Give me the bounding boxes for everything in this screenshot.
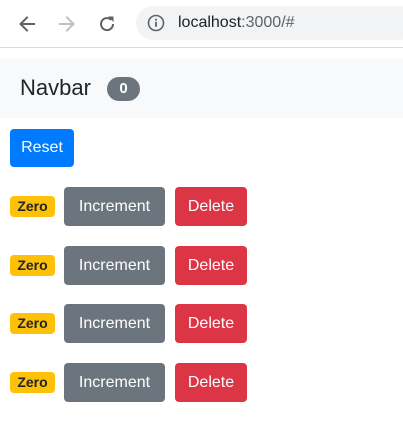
counter-row: Zero Increment Delete: [10, 246, 400, 285]
counter-row: Zero Increment Delete: [10, 363, 400, 402]
forward-icon[interactable]: [53, 10, 81, 38]
navbar: Navbar 0: [0, 59, 403, 118]
address-bar[interactable]: localhost:3000/#: [136, 6, 403, 40]
delete-button[interactable]: Delete: [175, 246, 247, 285]
counter-value-badge: Zero: [10, 196, 55, 217]
url-text[interactable]: localhost:3000/#: [178, 14, 295, 32]
reset-button[interactable]: Reset: [10, 129, 74, 167]
back-icon[interactable]: [13, 10, 41, 38]
delete-button[interactable]: Delete: [175, 187, 247, 226]
info-icon[interactable]: [147, 14, 165, 32]
increment-button[interactable]: Increment: [64, 304, 165, 343]
increment-button[interactable]: Increment: [64, 363, 165, 402]
navbar-brand[interactable]: Navbar: [20, 74, 91, 102]
total-count-badge: 0: [107, 77, 140, 101]
counter-value-badge: Zero: [10, 255, 55, 276]
url-path: :3000/#: [241, 14, 295, 31]
delete-button[interactable]: Delete: [175, 363, 247, 402]
counter-row: Zero Increment Delete: [10, 187, 400, 226]
counter-row: Zero Increment Delete: [10, 304, 400, 343]
counter-value-badge: Zero: [10, 372, 55, 393]
browser-toolbar: localhost:3000/#: [0, 0, 403, 48]
increment-button[interactable]: Increment: [64, 246, 165, 285]
reload-icon[interactable]: [93, 10, 121, 38]
increment-button[interactable]: Increment: [64, 187, 165, 226]
counter-value-badge: Zero: [10, 313, 55, 334]
delete-button[interactable]: Delete: [175, 304, 247, 343]
url-host: localhost: [178, 14, 242, 31]
